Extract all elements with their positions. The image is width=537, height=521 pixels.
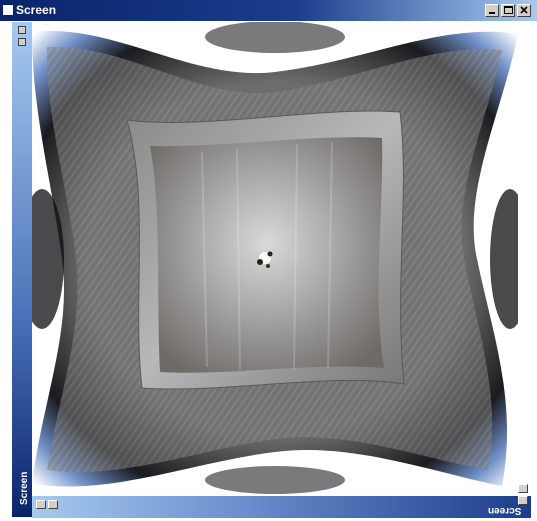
window-title: Screen — [16, 3, 57, 17]
window-icon[interactable] — [2, 4, 14, 16]
bottom-button-1[interactable] — [36, 500, 46, 509]
screen-window: Screen Screen Screen — [0, 0, 537, 521]
bottom-right-button-1[interactable] — [518, 484, 528, 493]
close-button[interactable] — [517, 4, 531, 17]
title-bar[interactable]: Screen — [0, 0, 537, 21]
maximize-icon — [504, 6, 513, 14]
minimize-button[interactable] — [485, 4, 499, 17]
side-title-strip — [12, 22, 32, 517]
side-minimize-button[interactable] — [18, 26, 26, 34]
side-caption: Screen — [19, 471, 30, 505]
maximize-button[interactable] — [501, 4, 515, 17]
warped-screen-canvas[interactable] — [32, 22, 518, 496]
side-maximize-button[interactable] — [18, 38, 26, 46]
bottom-caption: Screen — [488, 505, 522, 516]
close-icon — [520, 6, 528, 14]
bottom-title-strip — [32, 496, 531, 518]
bottom-button-2[interactable] — [48, 500, 58, 509]
caption-buttons — [485, 4, 531, 17]
warped-image — [32, 22, 518, 496]
minimize-icon — [489, 12, 495, 14]
